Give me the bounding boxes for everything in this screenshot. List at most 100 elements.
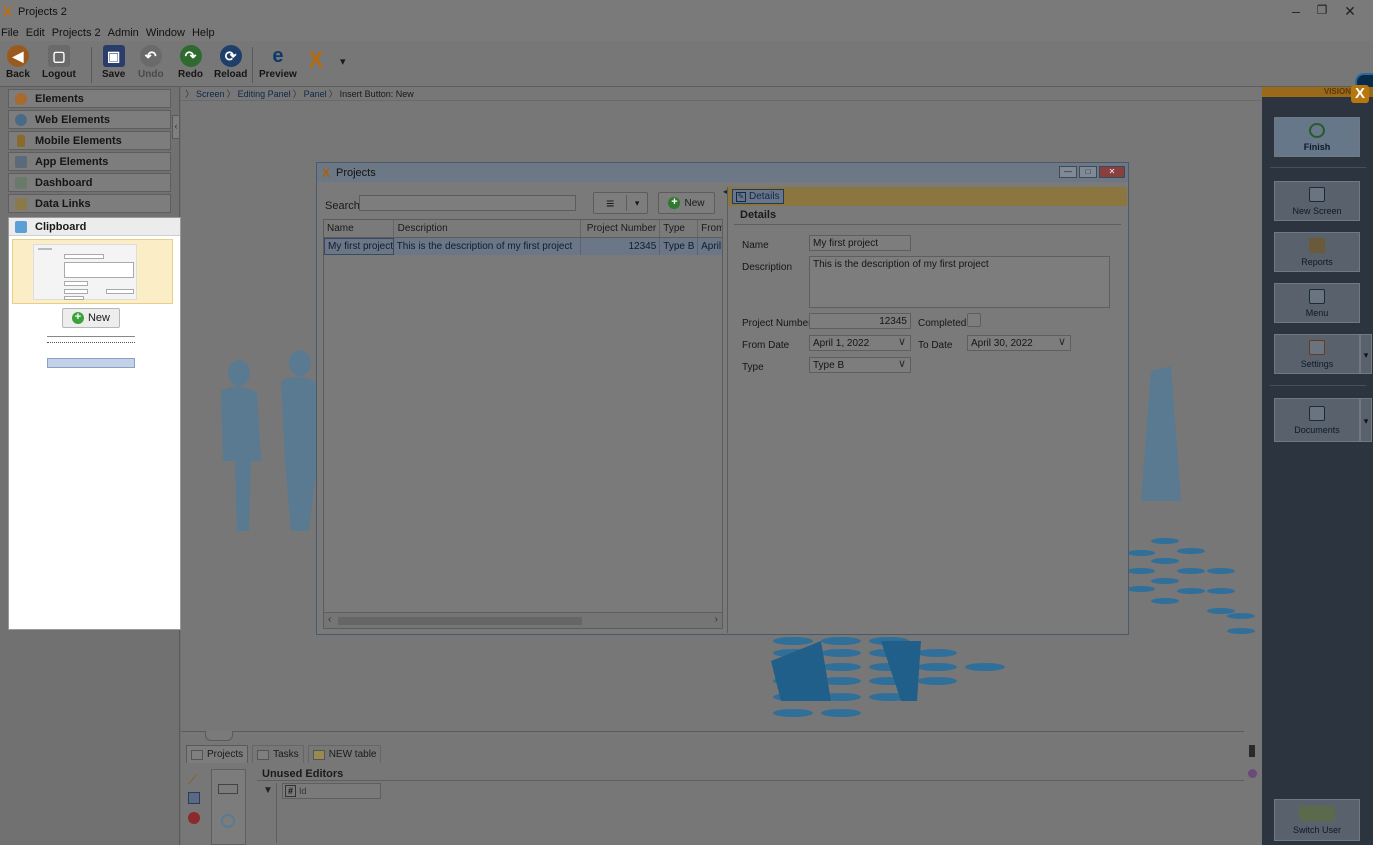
undo-button[interactable]: ↶ Undo — [138, 45, 164, 80]
project-number-label: Project Number — [742, 318, 812, 329]
tab-new-table[interactable]: NEW table — [307, 745, 382, 763]
menu-button[interactable]: Menu — [1274, 283, 1360, 323]
details-tab[interactable]: ✎ Details — [732, 189, 784, 204]
documents-icon — [1309, 405, 1325, 421]
switch-user-icon — [1299, 805, 1335, 821]
clipboard-item-details-form[interactable] — [12, 239, 173, 304]
column-header-from[interactable]: From — [698, 220, 722, 237]
scroll-left-icon[interactable]: ‹ — [328, 614, 331, 625]
reports-button[interactable]: Reports — [1274, 232, 1360, 272]
category-dashboard[interactable]: Dashboard — [8, 173, 171, 192]
magnifier-icon[interactable] — [221, 814, 235, 828]
cell-description[interactable]: This is the description of my first proj… — [394, 238, 581, 255]
type-select[interactable]: Type B ∨ — [809, 357, 911, 373]
breadcrumb-editing-panel[interactable]: Editing Panel — [238, 89, 291, 99]
filter-icon[interactable]: ▼ — [263, 785, 273, 796]
from-date-label: From Date — [742, 340, 790, 351]
search-input[interactable] — [359, 195, 576, 211]
table-icon — [191, 749, 203, 760]
form-icon[interactable] — [188, 792, 200, 804]
delete-icon[interactable] — [188, 812, 200, 824]
pencil-icon[interactable]: ⟋ — [188, 772, 200, 787]
window-close-button[interactable]: ✕ — [1099, 166, 1125, 178]
restore-button[interactable]: ❐ — [1310, 3, 1334, 17]
horizontal-scrollbar[interactable]: ‹ › — [324, 612, 722, 628]
table-row[interactable]: My first project This is the description… — [324, 238, 722, 255]
category-app-elements[interactable]: App Elements — [8, 152, 171, 171]
column-header-project-number[interactable]: Project Number — [581, 220, 661, 237]
preview-button[interactable]: e Preview — [259, 45, 297, 81]
menu-edit[interactable]: Edit — [26, 27, 45, 39]
thumb-field — [64, 262, 134, 278]
back-button[interactable]: ◀ Back — [6, 45, 30, 80]
cell-type[interactable]: Type B▾ — [660, 238, 699, 255]
breadcrumb-screen[interactable]: Screen — [196, 89, 225, 99]
toolbar-divider — [91, 47, 92, 83]
menu-help[interactable]: Help — [192, 27, 215, 39]
name-label: Name — [742, 240, 769, 251]
cell-name[interactable]: My first project — [324, 238, 394, 255]
category-data-links[interactable]: Data Links — [8, 194, 171, 213]
switch-user-button[interactable]: Switch User — [1274, 799, 1360, 841]
scrollbar-thumb[interactable] — [338, 617, 582, 625]
category-web-elements[interactable]: Web Elements — [8, 110, 171, 129]
tab-projects[interactable]: Projects — [186, 745, 249, 763]
redo-button[interactable]: ↷ Redo — [178, 45, 203, 80]
field-widget-icon[interactable] — [218, 784, 238, 794]
main-toolbar: ◀ Back ▢ Logout ▣ Save ↶ Undo ↷ Redo ⟳ R… — [0, 41, 1373, 117]
menu-file[interactable]: File — [1, 27, 19, 39]
new-project-button[interactable]: + New — [658, 192, 715, 214]
description-field[interactable]: This is the description of my first proj… — [809, 256, 1110, 308]
table-header: Name Description Project Number Type Fro… — [324, 220, 722, 238]
lock-icon: ▢ — [47, 45, 70, 67]
new-table-icon — [312, 749, 325, 760]
breadcrumb-panel[interactable]: Panel — [304, 89, 327, 99]
documents-button[interactable]: Documents — [1274, 398, 1360, 442]
window-maximize-button[interactable]: □ — [1079, 166, 1097, 178]
column-header-type[interactable]: Type — [660, 220, 699, 237]
category-elements[interactable]: Elements — [8, 89, 171, 108]
completed-checkbox[interactable] — [967, 313, 981, 327]
list-menu-button[interactable]: ≡ ▾ — [593, 192, 648, 214]
documents-dropdown-arrow[interactable]: ▾ — [1360, 398, 1372, 442]
close-button[interactable]: ✕ — [1338, 3, 1362, 20]
category-mobile-elements[interactable]: Mobile Elements — [8, 131, 171, 150]
projects-table: Name Description Project Number Type Fro… — [323, 219, 723, 629]
id-editor-field[interactable]: # Id — [282, 783, 381, 799]
globe-icon — [15, 113, 27, 126]
collapse-palette-button[interactable]: ‹ — [172, 115, 180, 139]
minimize-button[interactable]: – — [1284, 3, 1308, 19]
vision-x-logo-icon[interactable]: X — [1351, 85, 1369, 103]
column-header-description[interactable]: Description — [394, 220, 581, 237]
hamburger-icon: ≡ — [594, 195, 628, 211]
tab-tasks[interactable]: Tasks — [252, 745, 304, 763]
menu-projects2[interactable]: Projects 2 — [52, 27, 101, 39]
projects-window-titlebar[interactable]: X Projects — □ ✕ — [317, 163, 1128, 182]
to-date-picker[interactable]: April 30, 2022 ∨ — [967, 335, 1071, 351]
name-field[interactable]: My first project — [809, 235, 911, 251]
chevron-down-icon[interactable]: ▾ — [340, 55, 346, 68]
new-screen-button[interactable]: New Screen — [1274, 181, 1360, 221]
scroll-right-icon[interactable]: › — [715, 614, 718, 625]
finish-button[interactable]: Finish — [1274, 117, 1360, 157]
clipboard-item-table[interactable] — [47, 336, 135, 376]
column-header-name[interactable]: Name — [324, 220, 394, 237]
menu-window[interactable]: Window — [146, 27, 185, 39]
window-minimize-button[interactable]: — — [1059, 166, 1077, 178]
trash-icon[interactable] — [1249, 745, 1255, 757]
settings-dropdown-arrow[interactable]: ▾ — [1360, 334, 1372, 374]
vision-x-menu-button[interactable]: X — [305, 47, 327, 73]
settings-dot-icon[interactable] — [1248, 769, 1257, 778]
logout-button[interactable]: ▢ Logout — [42, 45, 76, 80]
reload-button[interactable]: ⟳ Reload — [214, 45, 247, 80]
panel-resize-handle[interactable] — [205, 731, 233, 741]
cell-project-number[interactable]: 12345 — [581, 238, 661, 255]
save-button[interactable]: ▣ Save — [102, 45, 125, 80]
project-number-field[interactable]: 12345 — [809, 313, 911, 329]
cell-from[interactable]: April — [698, 238, 722, 255]
menu-admin[interactable]: Admin — [108, 27, 139, 39]
from-date-picker[interactable]: April 1, 2022 ∨ — [809, 335, 911, 351]
clipboard-header[interactable]: Clipboard — [9, 218, 180, 236]
settings-button[interactable]: Settings — [1274, 334, 1360, 374]
clipboard-new-button[interactable]: + New — [62, 308, 120, 328]
